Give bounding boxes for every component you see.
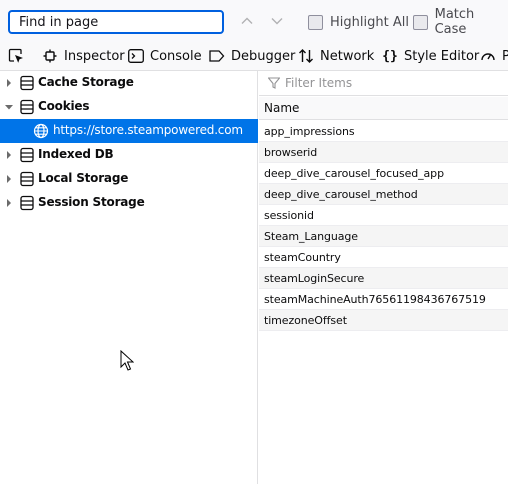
tree-item-local-storage[interactable]: Local Storage	[0, 167, 258, 191]
database-icon	[20, 171, 34, 187]
table-row[interactable]: Steam_Language	[259, 226, 508, 247]
tab-debugger-label: Debugger	[231, 48, 296, 64]
performance-icon	[480, 48, 496, 64]
storage-tree: Cache Storage Cookies https://store.stea…	[0, 71, 258, 484]
filter-items-input[interactable]	[283, 74, 483, 92]
checkbox-box[interactable]	[308, 14, 323, 30]
element-picker-icon	[8, 48, 23, 63]
find-previous-button[interactable]	[238, 12, 256, 30]
database-icon	[20, 195, 34, 211]
tab-inspector[interactable]: Inspector	[42, 42, 125, 70]
chevron-right-icon[interactable]	[4, 78, 14, 88]
tab-inspector-label: Inspector	[64, 48, 125, 64]
tab-console[interactable]: Console	[128, 42, 202, 70]
database-icon	[20, 147, 34, 163]
tree-item-label: Cache Storage	[38, 75, 134, 89]
database-icon	[20, 75, 34, 91]
chevron-up-icon	[241, 17, 253, 24]
tree-item-session-storage[interactable]: Session Storage	[0, 191, 258, 215]
chevron-down-icon[interactable]	[4, 102, 14, 112]
find-bar: Highlight All Match Case	[0, 0, 508, 42]
tree-item-cookies[interactable]: Cookies	[0, 95, 258, 119]
network-icon	[298, 48, 314, 64]
tab-performance[interactable]: P	[480, 42, 508, 70]
checkbox-box[interactable]	[413, 14, 428, 30]
tree-item-cache-storage[interactable]: Cache Storage	[0, 71, 258, 95]
table-row[interactable]: app_impressions	[259, 121, 508, 142]
tab-debugger[interactable]: Debugger	[209, 42, 295, 70]
highlight-all-checkbox[interactable]: Highlight All	[308, 13, 409, 31]
find-next-button[interactable]	[268, 12, 286, 30]
table-row[interactable]: deep_dive_carousel_method	[259, 184, 508, 205]
table-row[interactable]: steamLoginSecure	[259, 268, 508, 289]
table-row[interactable]: browserid	[259, 142, 508, 163]
tree-item-indexed-db[interactable]: Indexed DB	[0, 143, 258, 167]
filter-icon	[268, 77, 280, 89]
tree-item-store-steampowered[interactable]: https://store.steampowered.com	[0, 119, 258, 143]
match-case-label: Match Case	[434, 7, 475, 37]
tree-item-label: Local Storage	[38, 171, 129, 185]
table-row[interactable]: timezoneOffset	[259, 310, 508, 331]
debugger-icon	[209, 48, 225, 64]
highlight-all-label: Highlight All	[330, 14, 409, 30]
table-row[interactable]: deep_dive_carousel_focused_app	[259, 163, 508, 184]
tab-performance-label: P	[502, 48, 508, 64]
tree-item-label: https://store.steampowered.com	[53, 123, 243, 137]
tree-item-label: Session Storage	[38, 195, 145, 209]
chevron-right-icon[interactable]	[4, 198, 14, 208]
style-editor-icon: {}	[382, 48, 398, 64]
database-icon	[20, 99, 34, 115]
tab-network-label: Network	[320, 48, 375, 64]
chevron-right-icon[interactable]	[4, 174, 14, 184]
table-row[interactable]: steamCountry	[259, 247, 508, 268]
tab-console-label: Console	[150, 48, 202, 64]
match-case-checkbox[interactable]: Match Case	[413, 7, 508, 37]
table-row[interactable]: steamMachineAuth76561198436767519	[259, 289, 508, 310]
chevron-down-icon	[271, 18, 283, 25]
column-header-name[interactable]: Name	[264, 101, 299, 115]
table-header: Name	[259, 97, 508, 120]
mouse-cursor-icon	[120, 350, 134, 371]
table-row[interactable]: sessionid	[259, 205, 508, 226]
devtools-toolbar: Inspector Console Debugger Network {} St…	[0, 42, 508, 71]
find-in-page-input[interactable]	[8, 10, 224, 34]
element-picker-button[interactable]	[8, 42, 24, 70]
console-icon	[128, 48, 144, 64]
tab-style-editor[interactable]: {} Style Editor	[382, 42, 479, 70]
chevron-right-icon[interactable]	[4, 150, 14, 160]
inspector-icon	[42, 48, 58, 64]
tab-network[interactable]: Network	[298, 42, 374, 70]
cookie-rows: app_impressions browserid deep_dive_carous…	[259, 121, 508, 331]
filter-bar	[259, 71, 508, 96]
globe-icon	[33, 123, 49, 139]
tree-item-label: Cookies	[38, 99, 90, 113]
tab-style-editor-label: Style Editor	[404, 48, 480, 64]
tree-item-label: Indexed DB	[38, 147, 114, 161]
